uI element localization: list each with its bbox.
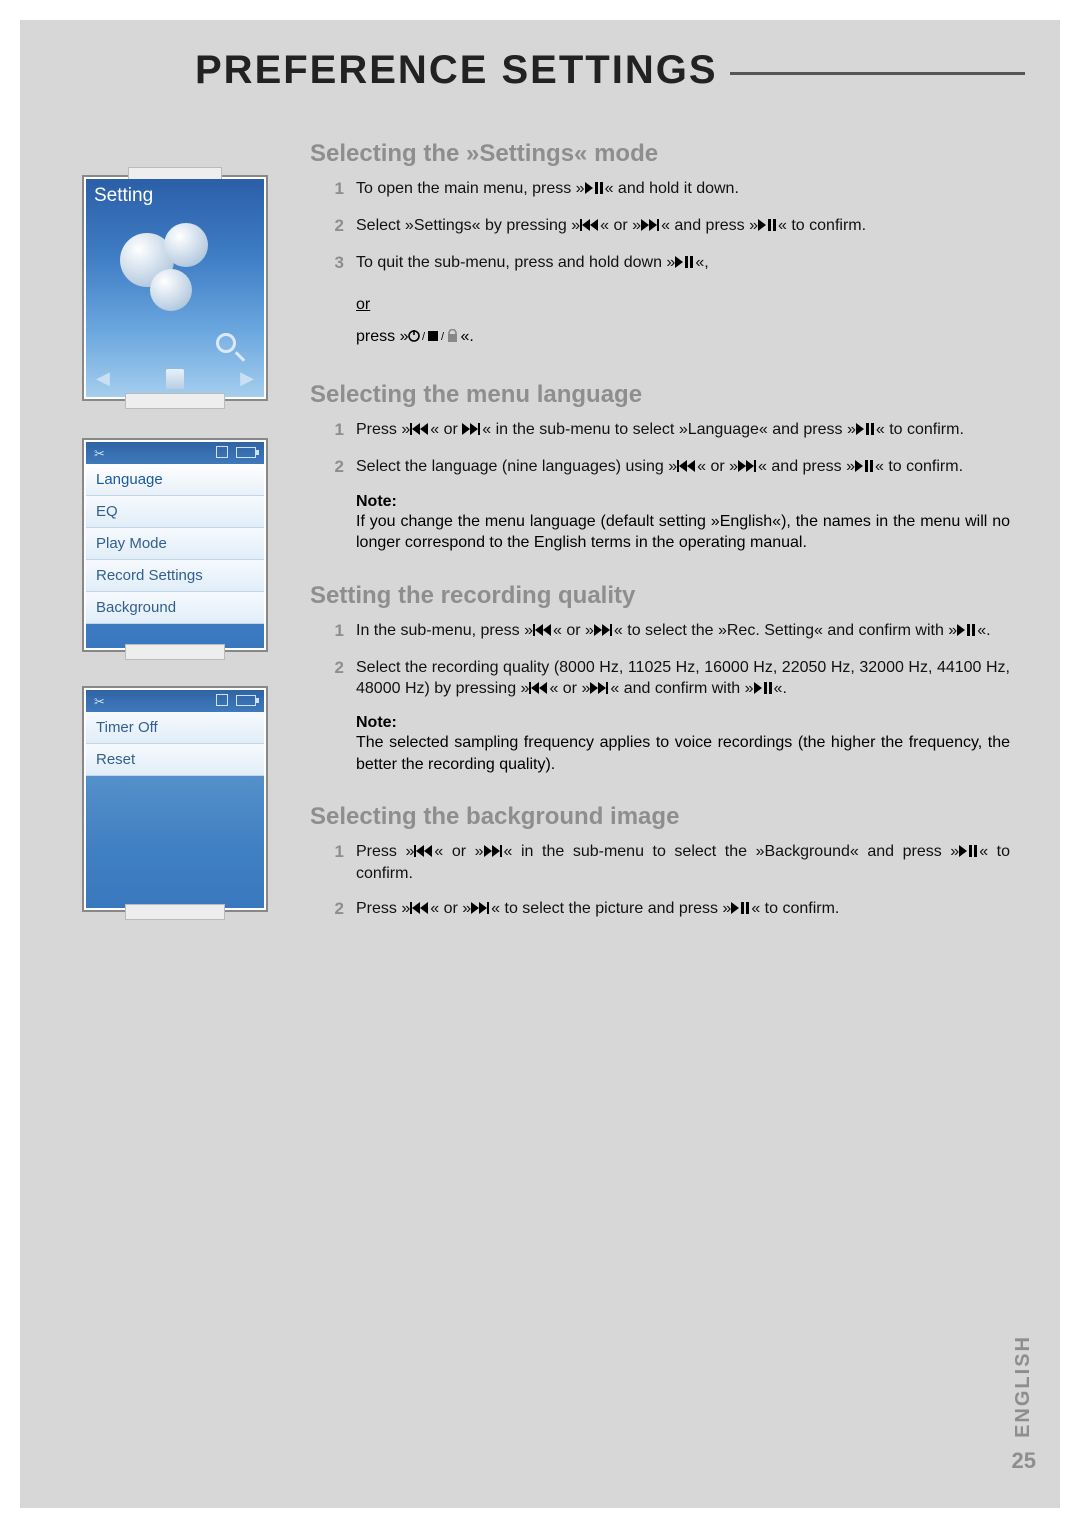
menu-item: Record Settings <box>86 560 264 592</box>
instruction-list: 1Press »« or « in the sub-menu to select… <box>310 419 1010 479</box>
menu-item: Reset <box>86 744 264 776</box>
section-heading: Selecting the »Settings« mode <box>310 140 1010 168</box>
status-bar: ✂ <box>86 690 264 712</box>
title-bar: PREFERENCE SETTINGS <box>195 48 1025 93</box>
page-content: PREFERENCE SETTINGS Setting ◀ ▶ ✂ Langua… <box>20 20 1060 1508</box>
menu-item: Play Mode <box>86 528 264 560</box>
instruction-item: 2Select »Settings« by pressing »« or »« … <box>310 215 1010 238</box>
instruction-list: 1In the sub-menu, press »« or »« to sele… <box>310 620 1010 700</box>
step-text: To open the main menu, press »« and hold… <box>356 178 1010 201</box>
menu-list-2: Timer OffReset <box>86 712 264 776</box>
gears-icon <box>120 223 216 319</box>
menu-item: Background <box>86 592 264 624</box>
battery-icon <box>236 695 256 706</box>
step-number: 3 <box>310 252 356 275</box>
step-text: Press »« or « in the sub-menu to select … <box>356 419 1010 442</box>
card-icon <box>216 694 228 706</box>
screenshot-tab-bottom <box>125 904 225 920</box>
page-number: 25 <box>1012 1448 1036 1474</box>
instruction-item: 2Select the language (nine languages) us… <box>310 456 1010 479</box>
tool-icon: ✂ <box>94 446 105 462</box>
instruction-item: 1To open the main menu, press »« and hol… <box>310 178 1010 201</box>
instruction-item: 1Press »« or « in the sub-menu to select… <box>310 419 1010 442</box>
main-text-column: Selecting the »Settings« mode1To open th… <box>310 140 1010 935</box>
device-screenshot-setting: Setting ◀ ▶ <box>82 175 268 401</box>
note-label: Note: <box>356 493 1010 511</box>
title-rule <box>730 72 1025 75</box>
step-number: 1 <box>310 841 356 884</box>
step-text: Select »Settings« by pressing »« or »« a… <box>356 215 1010 238</box>
note-body: The selected sampling frequency applies … <box>356 732 1010 775</box>
step-number: 2 <box>310 657 356 700</box>
menu-item: EQ <box>86 496 264 528</box>
tool-icon: ✂ <box>94 694 105 710</box>
step-text: Select the language (nine languages) usi… <box>356 456 1010 479</box>
page-title: PREFERENCE SETTINGS <box>195 48 730 93</box>
section-heading: Setting the recording quality <box>310 582 1010 610</box>
instruction-item: 2Press »« or »« to select the picture an… <box>310 898 1010 921</box>
step-number: 2 <box>310 456 356 479</box>
menu-list-1: LanguageEQPlay ModeRecord SettingsBackgr… <box>86 464 264 624</box>
step-text: To quit the sub-menu, press and hold dow… <box>356 252 1010 275</box>
language-label: ENGLISH <box>1012 1335 1035 1438</box>
device-screenshot-menu2: ✂ Timer OffReset <box>82 686 268 912</box>
instruction-list: 1Press »« or »« in the sub-menu to selec… <box>310 841 1010 921</box>
trash-icon <box>166 369 184 389</box>
left-arrow-icon: ◀ <box>96 368 110 389</box>
card-icon <box>216 446 228 458</box>
side-label: ENGLISH 25 <box>1012 1335 1036 1474</box>
step-text: Press »« or »« to select the picture and… <box>356 898 1010 921</box>
device-screenshot-menu1: ✂ LanguageEQPlay ModeRecord SettingsBack… <box>82 438 268 652</box>
menu-item: Timer Off <box>86 712 264 744</box>
status-bar: ✂ <box>86 442 264 464</box>
note-body: If you change the menu language (default… <box>356 511 1010 554</box>
step-text: Press »« or »« in the sub-menu to select… <box>356 841 1010 884</box>
section-heading: Selecting the background image <box>310 803 1010 831</box>
instruction-list: 1To open the main menu, press »« and hol… <box>310 178 1010 275</box>
step-number: 2 <box>310 898 356 921</box>
step-number: 1 <box>310 620 356 643</box>
step-number: 1 <box>310 419 356 442</box>
screenshot-setting-label: Setting <box>94 185 153 207</box>
note-label: Note: <box>356 714 1010 732</box>
step-text: In the sub-menu, press »« or »« to selec… <box>356 620 1010 643</box>
screenshot-tab-bottom <box>125 644 225 660</box>
step-text: Select the recording quality (8000 Hz, 1… <box>356 657 1010 700</box>
or-block: orpress »«. <box>356 289 1010 353</box>
magnifier-icon <box>216 333 246 363</box>
section-heading: Selecting the menu language <box>310 381 1010 409</box>
instruction-item: 3To quit the sub-menu, press and hold do… <box>310 252 1010 275</box>
menu-item: Language <box>86 464 264 496</box>
instruction-item: 1Press »« or »« in the sub-menu to selec… <box>310 841 1010 884</box>
battery-icon <box>236 447 256 458</box>
right-arrow-icon: ▶ <box>240 368 254 389</box>
screenshot-tab-bottom <box>125 393 225 409</box>
step-number: 1 <box>310 178 356 201</box>
step-number: 2 <box>310 215 356 238</box>
instruction-item: 2Select the recording quality (8000 Hz, … <box>310 657 1010 700</box>
instruction-item: 1In the sub-menu, press »« or »« to sele… <box>310 620 1010 643</box>
